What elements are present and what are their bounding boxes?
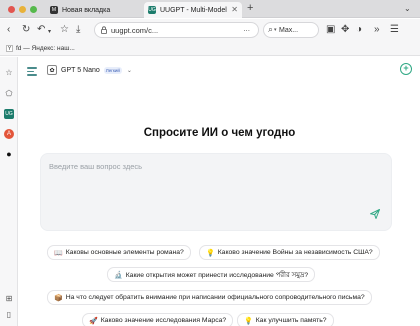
- send-icon[interactable]: [369, 208, 381, 220]
- lightbulb-icon: 💡: [244, 317, 253, 325]
- suggestion-text: Каково значение исследования Марса?: [100, 317, 227, 324]
- prompt-box: [40, 153, 392, 231]
- address-bar[interactable]: uugpt.com/c... ...: [94, 22, 259, 38]
- uugpt-app-icon[interactable]: UG: [4, 109, 14, 119]
- question-input[interactable]: [49, 162, 369, 212]
- search-engine-label: Max...: [279, 26, 299, 34]
- downloads-icon[interactable]: ⤓: [76, 23, 80, 37]
- suggestion-chip[interactable]: 📦 На что следует обратить внимание при н…: [47, 290, 372, 305]
- bookmark-item[interactable]: Y fd — Яндекс: наш...: [6, 45, 75, 52]
- maximize-window-button[interactable]: [30, 6, 37, 13]
- bookmarks-star-icon[interactable]: ☆: [4, 67, 14, 77]
- suggestion-text: На что следует обратить внимание при нап…: [65, 294, 365, 301]
- puzzle-extension-icon[interactable]: ✥: [341, 23, 349, 37]
- model-selector[interactable]: ✿ GPT 5 Nano Легкий ⌄: [47, 65, 132, 75]
- github-icon[interactable]: ●: [4, 149, 14, 159]
- openai-logo-icon: ✿: [47, 65, 57, 75]
- vpn-shield-icon[interactable]: ◑: [356, 23, 362, 37]
- suggestion-text: Какие открытия может принести исследован…: [125, 271, 309, 279]
- bookmark-star-icon[interactable]: ☆: [60, 23, 69, 37]
- tab-uugpt[interactable]: UG UUGPT - Multi-Model ✕: [144, 2, 242, 18]
- yandex-icon: Y: [6, 45, 13, 52]
- tab-favicon-icon: M: [50, 6, 58, 14]
- extension-icon[interactable]: ⬠: [4, 88, 14, 98]
- tab-label: Новая вкладка: [62, 6, 111, 14]
- microscope-icon: 🔬: [114, 271, 123, 279]
- browser-toolbar: ‹ ↻ ↶ ▾ ☆ ⤓ uugpt.com/c... ... ⌕ ▾ Max..…: [0, 19, 420, 42]
- suggestion-text: Как улучшить память?: [255, 317, 327, 324]
- chevron-down-icon: ⌄: [126, 67, 132, 74]
- tab-new-tab[interactable]: M Новая вкладка: [46, 2, 142, 18]
- close-window-button[interactable]: [8, 6, 15, 13]
- rocket-icon: 🚀: [89, 317, 98, 325]
- tab-bar: M Новая вкладка UG UUGPT - Multi-Model ✕…: [0, 0, 420, 18]
- tab-label: UUGPT - Multi-Model: [160, 6, 227, 14]
- bookmarks-bar: Y fd — Яндекс: наш...: [0, 42, 420, 56]
- undo-icon[interactable]: ↶: [37, 23, 45, 37]
- tab-list-chevron-icon[interactable]: ⌄: [404, 2, 411, 16]
- new-tab-button[interactable]: +: [247, 2, 253, 14]
- page-title: Спросите ИИ о чем угодно: [143, 127, 296, 139]
- browser-sidebar: ☆ ⬠ UG A ● ⊞ ▯: [0, 57, 18, 326]
- suggestion-chip[interactable]: 💡 Как улучшить память?: [237, 313, 334, 326]
- search-icon: ⌕: [268, 24, 274, 34]
- suggestion-chip[interactable]: 💡 Каково значение Войны за независимость…: [199, 245, 380, 260]
- screenshot-icon[interactable]: ▣: [326, 23, 335, 37]
- search-bar[interactable]: ⌕ ▾ Max...: [263, 22, 319, 38]
- overflow-chevrons-icon[interactable]: »: [374, 23, 380, 37]
- minimize-window-button[interactable]: [19, 6, 26, 13]
- back-icon[interactable]: ‹: [7, 23, 10, 37]
- new-chat-button[interactable]: +: [400, 63, 412, 75]
- menu-icon[interactable]: ☰: [390, 23, 399, 37]
- suggestion-chip[interactable]: 🔬 Какие открытия может принести исследов…: [107, 267, 316, 282]
- suggestion-text: Каково значение Войны за независимость С…: [217, 249, 373, 256]
- lock-icon: [101, 26, 107, 34]
- suggestion-chip[interactable]: 📖 Каковы основные элементы романа?: [47, 245, 191, 260]
- menu-toggle-icon[interactable]: [27, 67, 37, 78]
- search-engine-chevron-icon[interactable]: ▾: [274, 27, 277, 33]
- model-name: GPT 5 Nano: [61, 66, 100, 74]
- undo-menu-chevron-icon[interactable]: ▾: [48, 25, 51, 39]
- url-text: uugpt.com/c...: [111, 25, 159, 35]
- tab-favicon-icon: UG: [148, 6, 156, 14]
- url-more-icon[interactable]: ...: [243, 24, 250, 33]
- sidebar-toggle-icon[interactable]: ▯: [4, 309, 14, 319]
- reload-icon[interactable]: ↻: [22, 23, 30, 37]
- bookmark-label: fd — Яндекс: наш...: [16, 45, 75, 52]
- package-icon: 📦: [54, 294, 63, 302]
- lightbulb-icon: 💡: [206, 249, 215, 257]
- suggestion-chip[interactable]: 🚀 Каково значение исследования Марса?: [82, 313, 234, 326]
- model-badge: Легкий: [103, 66, 122, 74]
- chat-page: ✿ GPT 5 Nano Легкий ⌄ + Спросите ИИ о че…: [19, 57, 420, 326]
- avatar-app-icon[interactable]: A: [4, 129, 14, 139]
- suggestion-text: Каковы основные элементы романа?: [65, 249, 184, 256]
- add-panel-icon[interactable]: ⊞: [4, 293, 14, 303]
- close-tab-icon[interactable]: ✕: [231, 5, 238, 14]
- book-icon: 📖: [54, 249, 63, 257]
